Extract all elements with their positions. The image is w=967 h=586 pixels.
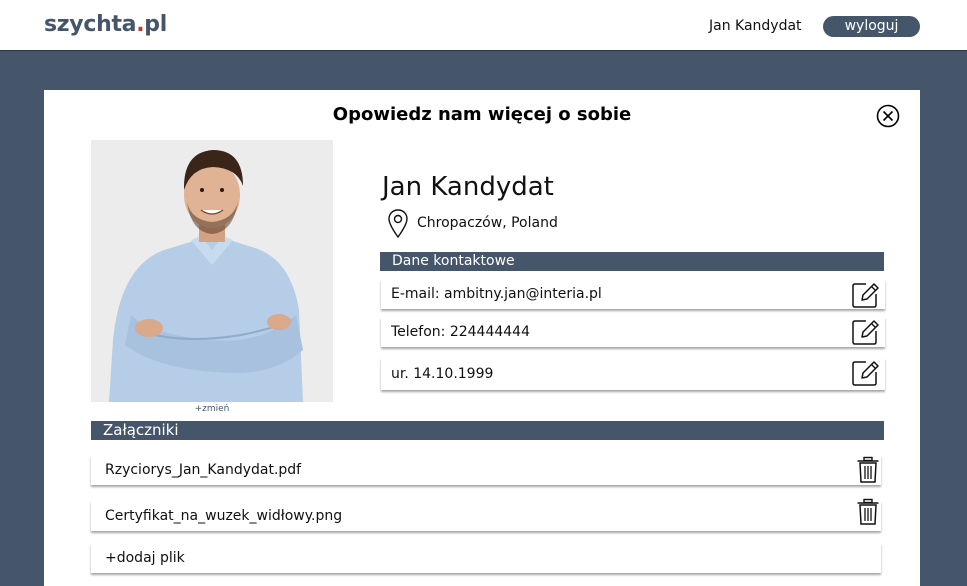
add-file-button[interactable]: +dodaj plik — [91, 543, 881, 573]
contact-row-birthdate: ur. 14.10.1999 — [381, 358, 885, 390]
contact-birthdate-text: ur. 14.10.1999 — [391, 366, 494, 382]
change-photo-link[interactable]: +zmień — [91, 404, 333, 414]
top-bar: szychta.pl Jan Kandydat wyloguj — [0, 0, 967, 51]
attachment-row[interactable]: Certyfikat_na_wuzek_widłowy.png — [91, 501, 881, 531]
map-pin-icon — [388, 209, 408, 239]
attachment-file-name: Rzyciorys_Jan_Kandydat.pdf — [105, 462, 302, 478]
trash-icon[interactable] — [856, 456, 880, 484]
contact-row-email: E-mail: ambitny.jan@interia.pl — [381, 279, 885, 309]
add-file-label: +dodaj plik — [105, 550, 185, 566]
logo[interactable]: szychta.pl — [44, 12, 167, 37]
attachment-file-name: Certyfikat_na_wuzek_widłowy.png — [105, 508, 343, 524]
trash-icon[interactable] — [856, 498, 880, 526]
candidate-name: Jan Kandydat — [382, 172, 554, 202]
candidate-location: Chropaczów, Poland — [417, 215, 558, 231]
edit-email-icon[interactable] — [850, 280, 880, 310]
attachments-section-header: Załączniki — [91, 421, 884, 440]
close-circle-icon[interactable] — [876, 104, 900, 128]
profile-modal: Opowiedz nam więcej o sobie +zmień Jan K… — [44, 90, 920, 586]
logout-button[interactable]: wyloguj — [823, 16, 920, 37]
modal-title: Opowiedz nam więcej o sobie — [332, 104, 632, 125]
header-user-name: Jan Kandydat — [709, 18, 802, 34]
edit-birthdate-icon[interactable] — [850, 358, 880, 388]
contact-email-text: E-mail: ambitny.jan@interia.pl — [391, 286, 602, 302]
logo-main: szychta — [44, 12, 137, 37]
profile-photo — [91, 140, 333, 402]
contact-row-phone: Telefon: 224444444 — [381, 317, 885, 347]
logo-tld: pl — [144, 12, 167, 37]
contact-phone-text: Telefon: 224444444 — [391, 324, 530, 340]
edit-phone-icon[interactable] — [850, 317, 880, 347]
contact-section-header: Dane kontaktowe — [380, 252, 884, 271]
attachment-row[interactable]: Rzyciorys_Jan_Kandydat.pdf — [91, 455, 881, 485]
